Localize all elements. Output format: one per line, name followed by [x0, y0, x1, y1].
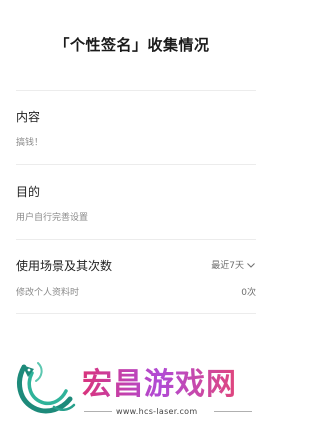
watermark: 宏昌游戏网 www.hcs-laser.com — [8, 355, 260, 421]
section-title-purpose: 目的 — [16, 185, 41, 199]
divider — [16, 313, 256, 314]
divider — [16, 90, 256, 91]
page-title: 「个性签名」收集情况 — [54, 36, 210, 54]
usage-scene-label: 修改个人资料时 — [16, 288, 80, 298]
usage-count: 0次 — [241, 288, 256, 298]
watermark-brand: 宏昌游戏网 — [82, 359, 237, 403]
watermark-line-right — [214, 411, 252, 412]
chevron-down-icon — [247, 262, 255, 268]
section-title-usage: 使用场景及其次数 — [16, 259, 113, 273]
time-range-dropdown[interactable]: 最近7天 — [211, 258, 256, 271]
time-range-label: 最近7天 — [211, 261, 244, 271]
section-value-purpose: 用户自行完善设置 — [16, 213, 89, 223]
dragon-logo-icon — [17, 362, 76, 414]
watermark-line-left — [84, 411, 112, 412]
divider — [16, 239, 256, 240]
section-title-content: 内容 — [16, 110, 41, 124]
section-value-content: 搞钱！ — [16, 138, 44, 148]
divider — [16, 164, 256, 165]
watermark-url: www.hcs-laser.com — [116, 407, 198, 416]
